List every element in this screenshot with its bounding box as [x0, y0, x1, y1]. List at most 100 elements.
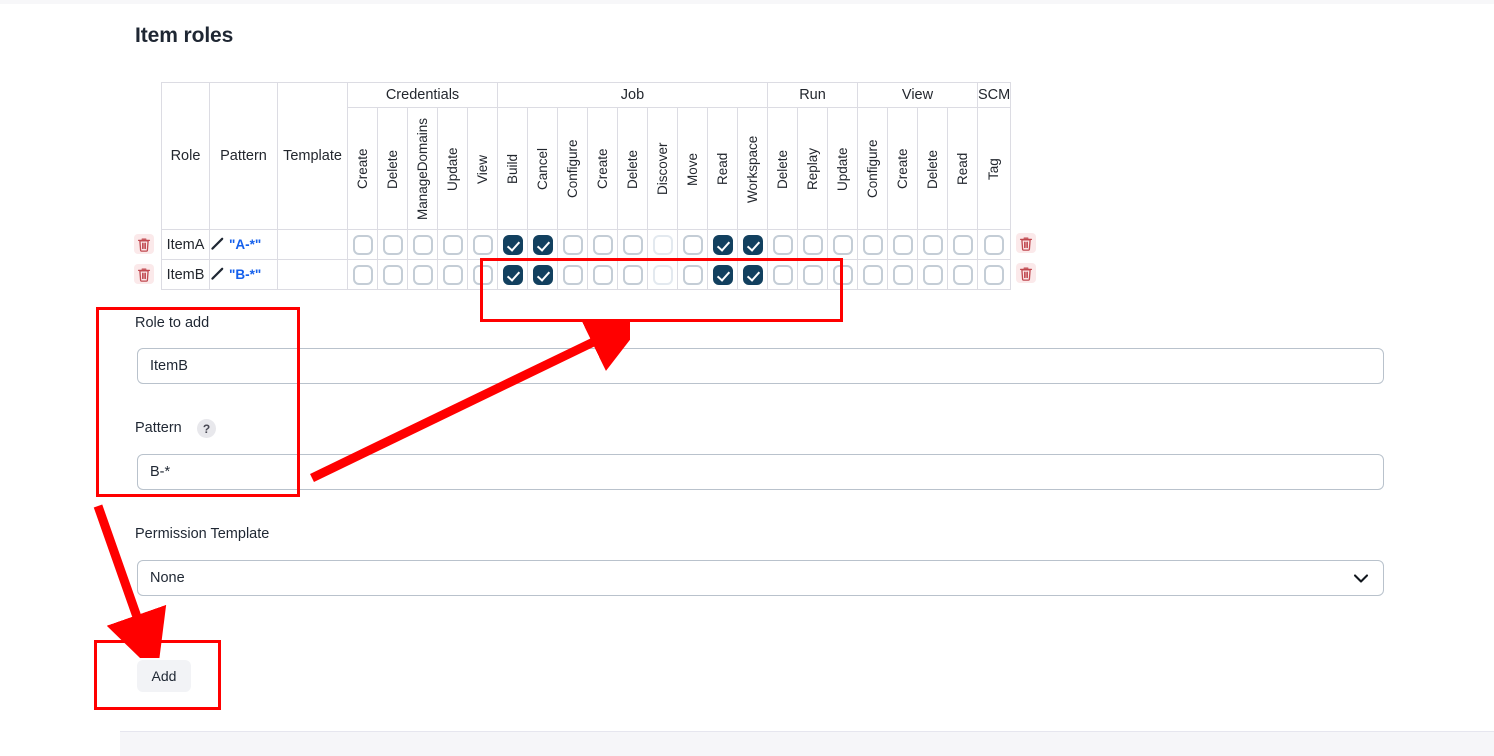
permission-checkbox[interactable]: [592, 264, 613, 285]
permission-checkbox[interactable]: [622, 264, 643, 285]
permission-checkbox[interactable]: [352, 234, 373, 255]
permission-header-label: Replay: [804, 147, 820, 190]
cell-permission-workspace-13: [737, 259, 768, 290]
pattern-input[interactable]: [137, 454, 1384, 490]
cell-permission-delete-14: [767, 229, 798, 260]
cell-permission-create-0: [347, 229, 378, 260]
permission-checkbox[interactable]: [472, 264, 493, 285]
permission-checkbox[interactable]: [562, 264, 583, 285]
permission-checkbox[interactable]: [682, 234, 703, 255]
permission-checkbox[interactable]: [712, 234, 733, 255]
permission-checkbox[interactable]: [862, 234, 883, 255]
permission-checkbox[interactable]: [862, 264, 883, 285]
role-to-add-label: Role to add: [135, 315, 210, 331]
cell-pattern[interactable]: "B-*": [209, 259, 278, 290]
permission-checkbox[interactable]: [502, 234, 523, 255]
permission-header-view-4: View: [467, 107, 498, 230]
permission-checkbox[interactable]: [412, 234, 433, 255]
permission-header-label: Delete: [624, 148, 640, 189]
permission-template-select[interactable]: None: [137, 560, 1384, 596]
permission-checkbox[interactable]: [802, 264, 823, 285]
permission-checkbox[interactable]: [532, 264, 553, 285]
pencil-icon[interactable]: [210, 236, 225, 254]
permission-checkbox[interactable]: [892, 234, 913, 255]
pattern-value[interactable]: "A-*": [229, 237, 261, 252]
permission-checkbox[interactable]: [712, 264, 733, 285]
cell-permission-delete-9: [617, 259, 648, 290]
pattern-value[interactable]: "B-*": [229, 267, 261, 282]
permission-header-label: Configure: [864, 139, 880, 198]
permission-checkbox[interactable]: [382, 234, 403, 255]
add-button[interactable]: Add: [137, 660, 191, 692]
trash-icon[interactable]: [1015, 263, 1036, 284]
trash-icon[interactable]: [134, 234, 154, 254]
permission-header-label: Discover: [654, 142, 670, 195]
trash-icon[interactable]: [1015, 233, 1036, 254]
permission-header-label: Cancel: [534, 147, 550, 190]
cell-permission-tag-21: [976, 259, 1012, 290]
permission-checkbox[interactable]: [832, 264, 853, 285]
cell-permission-create-0: [347, 259, 378, 290]
permission-header-read-12: Read: [707, 107, 738, 230]
cell-permission-managedomains-2: [407, 229, 438, 260]
permission-header-label: Move: [684, 152, 700, 186]
permission-checkbox[interactable]: [802, 234, 823, 255]
permission-checkbox[interactable]: [772, 234, 793, 255]
permission-checkbox[interactable]: [984, 264, 1005, 285]
permission-checkbox[interactable]: [532, 234, 553, 255]
cell-permission-update-16: [827, 259, 858, 290]
permission-checkbox[interactable]: [622, 234, 643, 255]
cell-permission-update-16: [827, 229, 858, 260]
permission-checkbox[interactable]: [772, 264, 793, 285]
group-header-view: View: [857, 82, 978, 108]
permission-checkbox[interactable]: [382, 264, 403, 285]
permission-checkbox[interactable]: [742, 234, 763, 255]
cell-pattern[interactable]: "A-*": [209, 229, 278, 260]
permission-header-label: Update: [834, 146, 850, 191]
permission-header-label: Workspace: [744, 134, 760, 203]
chevron-down-icon: [1353, 572, 1369, 589]
permission-checkbox[interactable]: [922, 234, 943, 255]
trash-icon[interactable]: [134, 264, 154, 284]
permission-header-managedomains-2: ManageDomains: [407, 107, 438, 230]
permission-checkbox[interactable]: [832, 234, 853, 255]
cell-permission-discover-10: [647, 229, 678, 260]
cell-permission-cancel-6: [527, 229, 558, 260]
cell-permission-create-8: [587, 229, 618, 260]
permission-checkbox[interactable]: [652, 234, 673, 255]
cell-permission-configure-7: [557, 259, 588, 290]
cell-permission-build-5: [497, 259, 528, 290]
permission-checkbox[interactable]: [352, 264, 373, 285]
permission-header-replay-15: Replay: [797, 107, 828, 230]
role-to-add-input[interactable]: [137, 348, 1384, 384]
permission-checkbox[interactable]: [442, 234, 463, 255]
cell-permission-move-11: [677, 259, 708, 290]
permission-header-configure-7: Configure: [557, 107, 588, 230]
permission-checkbox[interactable]: [472, 234, 493, 255]
permission-header-create-0: Create: [347, 107, 378, 230]
footer-bar: [120, 731, 1494, 756]
permission-checkbox[interactable]: [412, 264, 433, 285]
permission-header-workspace-13: Workspace: [737, 107, 768, 230]
permission-checkbox[interactable]: [922, 264, 943, 285]
group-header-job: Job: [497, 82, 768, 108]
permission-checkbox[interactable]: [562, 234, 583, 255]
permission-checkbox[interactable]: [742, 264, 763, 285]
permission-checkbox[interactable]: [592, 234, 613, 255]
pattern-help-icon[interactable]: ?: [197, 419, 216, 438]
top-strip: [0, 0, 1494, 4]
permission-checkbox[interactable]: [984, 234, 1005, 255]
permission-header-label: Configure: [564, 139, 580, 198]
permission-checkbox[interactable]: [892, 264, 913, 285]
permission-checkbox[interactable]: [502, 264, 523, 285]
permission-checkbox[interactable]: [682, 264, 703, 285]
permission-checkbox[interactable]: [652, 264, 673, 285]
permission-checkbox[interactable]: [952, 234, 973, 255]
cell-template: [277, 229, 348, 260]
permission-checkbox[interactable]: [442, 264, 463, 285]
permission-checkbox[interactable]: [952, 264, 973, 285]
group-header-row: Role Pattern Template Credentials Job Run View…: [161, 82, 1041, 230]
permission-header-label: Create: [354, 148, 370, 189]
permission-header-label: Delete: [384, 148, 400, 189]
pencil-icon[interactable]: [210, 266, 225, 284]
